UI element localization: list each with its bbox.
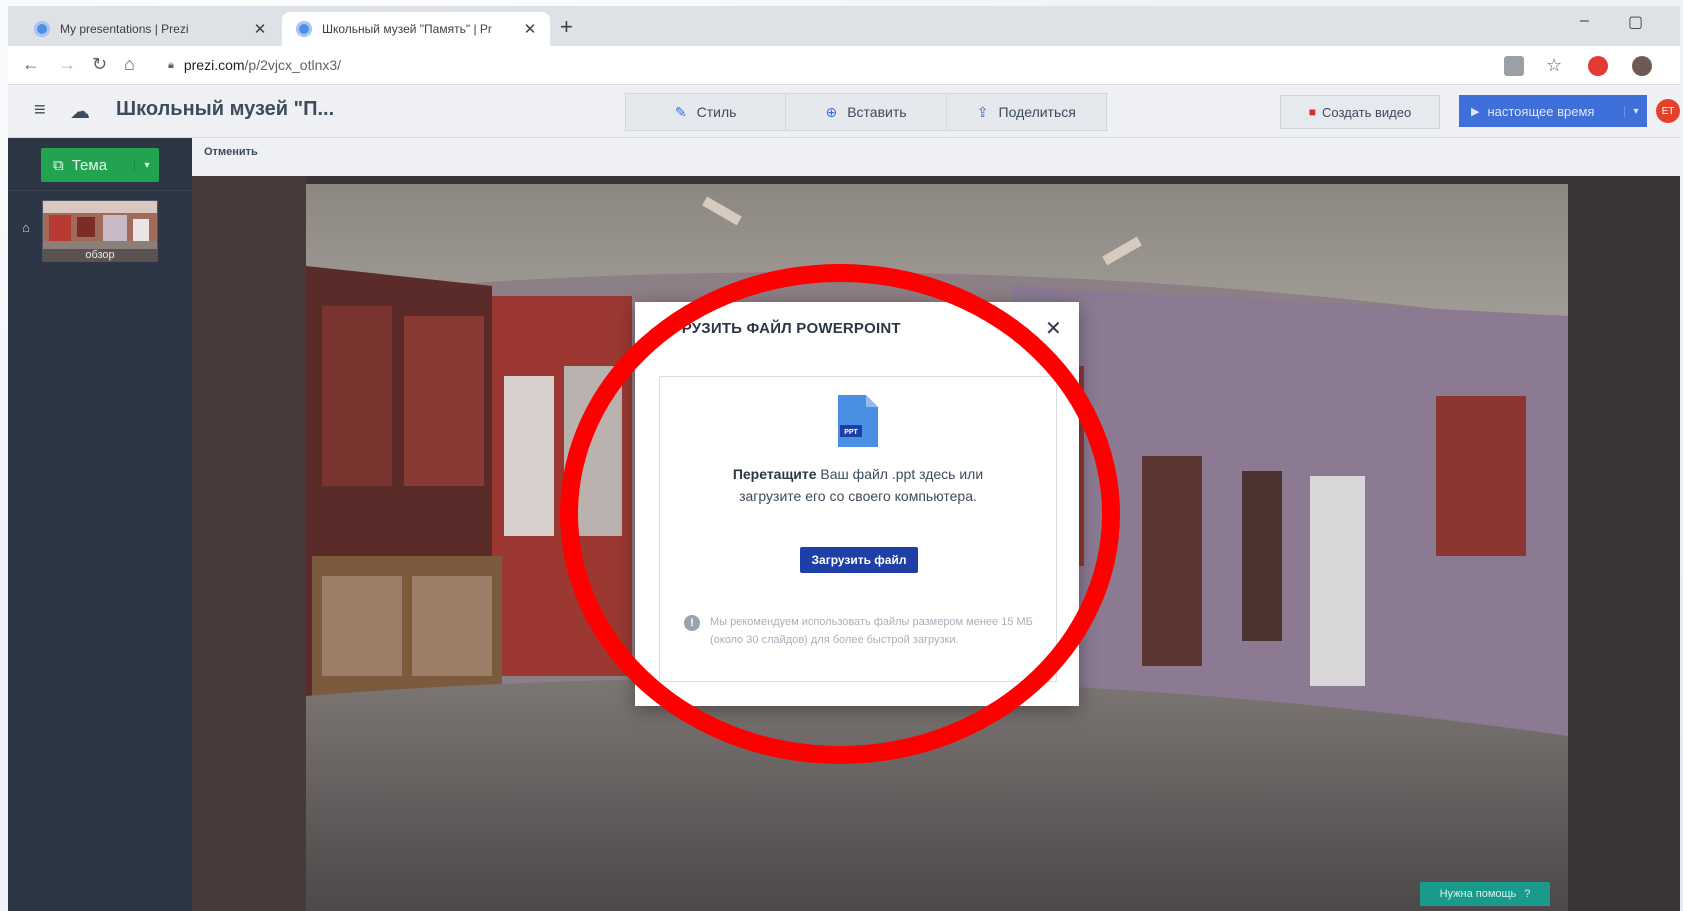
browser-tab-museum[interactable]: Школьный музей "Память" | Pr ✕ xyxy=(282,12,550,46)
tab-bar: My presentations | Prezi ✕ Школьный музе… xyxy=(8,6,1680,46)
insert-label: Вставить xyxy=(847,104,907,120)
address-bar: ← → ↻ ⌂ 🔒︎ prezi.com/p/2vjcx_otlnx3/ ☆ xyxy=(8,46,1680,85)
new-tab-icon[interactable]: + xyxy=(560,14,573,40)
cloud-saved-icon: ☁ xyxy=(70,101,90,123)
drop-instructions: Перетащите Ваш файл .ppt здесь или загру… xyxy=(700,463,1016,507)
insert-button[interactable]: ⊕ Вставить xyxy=(786,94,947,130)
back-icon[interactable]: ← xyxy=(22,54,40,75)
style-button[interactable]: ✎ Стиль xyxy=(626,94,787,130)
url-path: /p/2vjcx_otlnx3/ xyxy=(244,57,342,73)
style-label: Стиль xyxy=(696,104,737,120)
present-live-label: настоящее время xyxy=(1487,103,1595,119)
upload-powerpoint-dialog: ГРУЗИТЬ ФАЙЛ POWERPOINT ✕ PPT Перетащите… xyxy=(635,302,1079,706)
prezi-header: ≡ ☁ Школьный музей "П... ✎ Стиль ⊕ Встав… xyxy=(8,85,1680,138)
slides-sidebar: ⧉ Тема ▾ ⌂ обзор xyxy=(8,138,192,911)
drag-bold-text: Перетащите xyxy=(732,466,817,482)
url-domain: prezi.com xyxy=(183,57,245,73)
help-button[interactable]: Нужна помощь ? xyxy=(1420,882,1550,906)
info-icon: ! xyxy=(684,615,700,631)
create-video-label: Создать видео xyxy=(1322,104,1412,120)
play-icon: ▶ xyxy=(1471,105,1480,118)
hint-text: Мы рекомендуем использовать файлы размер… xyxy=(710,616,1033,646)
home-icon[interactable]: ⌂ xyxy=(124,54,135,75)
ppt-badge-text: PPT xyxy=(844,429,858,436)
theme-button[interactable]: ⧉ Тема ▾ xyxy=(41,148,159,182)
sidebar-toolbar: ⧉ Тема ▾ xyxy=(8,138,192,191)
theme-main[interactable]: ⧉ Тема xyxy=(41,157,134,174)
prezi-favicon-icon xyxy=(34,21,50,37)
hamburger-menu-icon[interactable]: ≡ xyxy=(34,99,46,122)
bookmark-star-icon[interactable]: ☆ xyxy=(1546,55,1562,76)
slide-thumbnail[interactable]: обзор xyxy=(42,200,158,262)
adblock-icon[interactable] xyxy=(1588,56,1608,76)
file-size-hint: ! Мы рекомендуем использовать файлы разм… xyxy=(684,613,1034,649)
plus-circle-icon: ⊕ xyxy=(825,103,838,120)
help-icon: ? xyxy=(1524,888,1531,900)
browser-window: My presentations | Prezi ✕ Школьный музе… xyxy=(8,6,1680,911)
chevron-down-icon[interactable]: ▾ xyxy=(1624,105,1647,117)
editor-toolbar: ✎ Стиль ⊕ Вставить ⇪ Поделиться xyxy=(625,93,1107,131)
theme-icon: ⧉ xyxy=(53,156,64,174)
canvas-toolbar: Отменить xyxy=(192,138,1680,177)
share-label: Поделиться xyxy=(998,104,1076,120)
create-video-button[interactable]: ■ Создать видео xyxy=(1280,95,1440,129)
presentation-title[interactable]: Школьный музей "П... xyxy=(116,98,334,121)
theme-label: Тема xyxy=(71,156,108,174)
present-live-button[interactable]: ▶ настоящее время ▾ xyxy=(1459,95,1647,127)
profile-avatar-icon[interactable] xyxy=(1632,56,1652,76)
close-icon[interactable]: ✕ xyxy=(1045,316,1062,341)
video-camera-icon: ■ xyxy=(1308,105,1316,119)
help-label: Нужна помощь xyxy=(1439,888,1517,900)
share-button[interactable]: ⇪ Поделиться xyxy=(947,94,1106,130)
reload-icon[interactable]: ↻ xyxy=(92,54,107,75)
dialog-title: ГРУЗИТЬ ФАЙЛ POWERPOINT xyxy=(673,320,901,337)
minimize-icon[interactable]: – xyxy=(1580,12,1589,30)
maximize-icon[interactable]: ▢ xyxy=(1628,12,1643,32)
url-field[interactable]: 🔒︎ prezi.com/p/2vjcx_otlnx3/ xyxy=(168,51,1458,79)
tab-title: My presentations | Prezi xyxy=(60,22,189,36)
close-tab-icon[interactable]: ✕ xyxy=(518,20,542,38)
tab-title: Школьный музей "Память" | Pr xyxy=(322,22,492,36)
close-tab-icon[interactable]: ✕ xyxy=(248,20,272,38)
ppt-file-icon: PPT xyxy=(838,395,878,447)
prezi-favicon-icon xyxy=(296,21,312,37)
share-icon: ⇪ xyxy=(976,103,989,120)
file-dropzone[interactable]: PPT Перетащите Ваш файл .ppt здесь или з… xyxy=(659,376,1057,682)
upload-file-button[interactable]: Загрузить файл xyxy=(800,547,918,573)
present-live-main[interactable]: ▶ настоящее время xyxy=(1459,104,1624,119)
home-icon[interactable]: ⌂ xyxy=(22,220,30,235)
browser-tab-presentations[interactable]: My presentations | Prezi ✕ xyxy=(20,12,280,46)
chevron-down-icon[interactable]: ▾ xyxy=(134,159,159,171)
translate-icon[interactable] xyxy=(1504,56,1524,76)
avatar[interactable]: ET xyxy=(1656,99,1680,123)
forward-icon[interactable]: → xyxy=(58,54,76,75)
slide-thumbnail-label: обзор xyxy=(43,249,157,261)
pen-icon: ✎ xyxy=(674,103,687,120)
undo-button[interactable]: Отменить xyxy=(204,146,258,158)
lock-icon: 🔒︎ xyxy=(168,58,174,71)
